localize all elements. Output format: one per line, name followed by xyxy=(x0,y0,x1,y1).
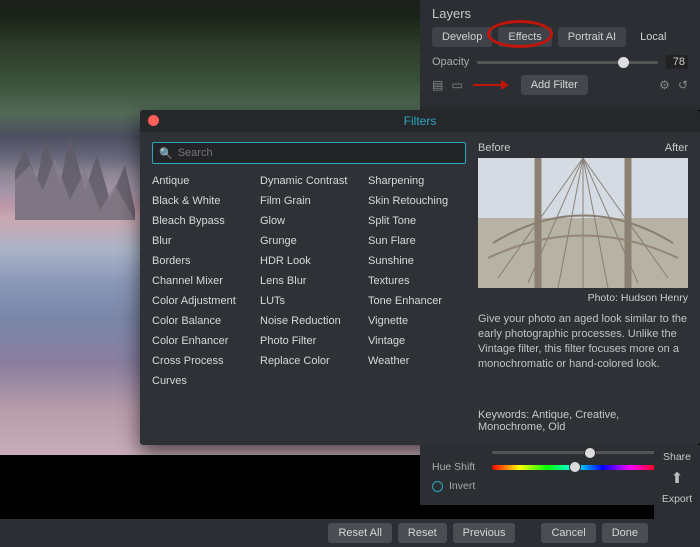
filter-description: Give your photo an aged look similar to … xyxy=(478,312,688,371)
filter-item[interactable]: Vignette xyxy=(368,314,466,328)
layers-tabs: Develop Effects Portrait AI Local xyxy=(432,27,688,47)
filter-item[interactable]: Color Enhancer xyxy=(152,334,250,348)
filter-item[interactable]: Film Grain xyxy=(260,194,358,208)
before-label: Before xyxy=(478,142,510,154)
filter-item[interactable]: Sun Flare xyxy=(368,234,466,248)
filter-item[interactable]: LUTs xyxy=(260,294,358,308)
close-icon[interactable] xyxy=(148,115,159,126)
tab-develop[interactable]: Develop xyxy=(432,27,492,47)
layers-title: Layers xyxy=(432,6,688,21)
filter-item[interactable]: Bleach Bypass xyxy=(152,214,250,228)
filter-item[interactable]: Glow xyxy=(260,214,358,228)
reset-all-button[interactable]: Reset All xyxy=(328,523,391,543)
invert-toggle[interactable] xyxy=(432,481,443,492)
gear-icon[interactable]: ⚙ xyxy=(659,78,670,92)
done-button[interactable]: Done xyxy=(602,523,648,543)
filter-item[interactable]: Curves xyxy=(152,374,250,388)
tab-effects[interactable]: Effects xyxy=(498,27,551,47)
filter-item[interactable]: Skin Retouching xyxy=(368,194,466,208)
filter-item[interactable]: Blur xyxy=(152,234,250,248)
export-button[interactable]: Export xyxy=(662,493,692,505)
tab-local[interactable]: Local xyxy=(632,27,674,47)
filter-item[interactable]: Antique xyxy=(152,174,250,188)
filter-item[interactable]: Cross Process xyxy=(152,354,250,368)
invert-label: Invert xyxy=(449,480,475,492)
hue-thumb[interactable] xyxy=(569,461,581,473)
button-bar: Reset All Reset Previous Cancel Done xyxy=(0,519,700,547)
dialog-title: Filters xyxy=(404,114,437,128)
slider-thumb[interactable] xyxy=(584,447,596,459)
cancel-button[interactable]: Cancel xyxy=(541,523,595,543)
dialog-titlebar[interactable]: Filters xyxy=(140,110,700,132)
mask-icon[interactable]: ▭ xyxy=(451,78,462,92)
filter-item[interactable]: Lens Blur xyxy=(260,274,358,288)
filter-item[interactable]: Sunshine xyxy=(368,254,466,268)
filter-item[interactable]: Vintage xyxy=(368,334,466,348)
hue-shift-slider[interactable] xyxy=(492,465,658,470)
opacity-label: Opacity xyxy=(432,56,469,68)
filter-item[interactable]: Dynamic Contrast xyxy=(260,174,358,188)
add-filter-button[interactable]: Add Filter xyxy=(521,75,588,95)
search-input[interactable] xyxy=(178,147,459,159)
tab-portrait-ai[interactable]: Portrait AI xyxy=(558,27,626,47)
share-button[interactable]: Share xyxy=(663,451,691,463)
search-box[interactable]: 🔍 xyxy=(152,142,466,164)
filter-item[interactable]: Weather xyxy=(368,354,466,368)
previous-button[interactable]: Previous xyxy=(453,523,516,543)
filter-item[interactable]: Black & White xyxy=(152,194,250,208)
reset-button[interactable]: Reset xyxy=(398,523,447,543)
filter-item[interactable]: Split Tone xyxy=(368,214,466,228)
opacity-value: 78 xyxy=(666,55,688,69)
filter-item[interactable]: Noise Reduction xyxy=(260,314,358,328)
filter-item[interactable]: Photo Filter xyxy=(260,334,358,348)
filter-preview xyxy=(478,158,688,288)
filter-item[interactable]: Replace Color xyxy=(260,354,358,368)
annotation-arrow xyxy=(473,80,511,90)
opacity-slider[interactable] xyxy=(477,61,658,64)
filter-item[interactable]: Channel Mixer xyxy=(152,274,250,288)
layer-stack-icon[interactable]: ▤ xyxy=(432,78,443,92)
right-rail: Share ⬆ Export xyxy=(654,445,700,527)
filter-item[interactable]: Grunge xyxy=(260,234,358,248)
photo-credit: Photo: Hudson Henry xyxy=(478,292,688,304)
filter-item[interactable]: Textures xyxy=(368,274,466,288)
opacity-thumb[interactable] xyxy=(618,57,629,68)
after-label: After xyxy=(665,142,688,154)
search-icon: 🔍 xyxy=(159,147,173,160)
filter-item[interactable]: Tone Enhancer xyxy=(368,294,466,308)
filters-dialog: Filters 🔍 Antique Black & White Bleach Byp… xyxy=(140,110,700,445)
undo-icon[interactable]: ↺ xyxy=(678,78,688,92)
filter-item[interactable]: HDR Look xyxy=(260,254,358,268)
filter-item[interactable]: Color Balance xyxy=(152,314,250,328)
layers-panel: Layers Develop Effects Portrait AI Local… xyxy=(420,0,700,110)
filter-keywords: Keywords: Antique, Creative, Monochrome,… xyxy=(478,409,688,433)
filter-item[interactable]: Borders xyxy=(152,254,250,268)
filter-item[interactable]: Sharpening xyxy=(368,174,466,188)
filter-item[interactable]: Color Adjustment xyxy=(152,294,250,308)
export-icon[interactable]: ⬆ xyxy=(671,469,684,487)
filter-list: Antique Black & White Bleach Bypass Blur Bor… xyxy=(152,174,466,388)
hue-shift-label: Hue Shift xyxy=(432,461,484,473)
